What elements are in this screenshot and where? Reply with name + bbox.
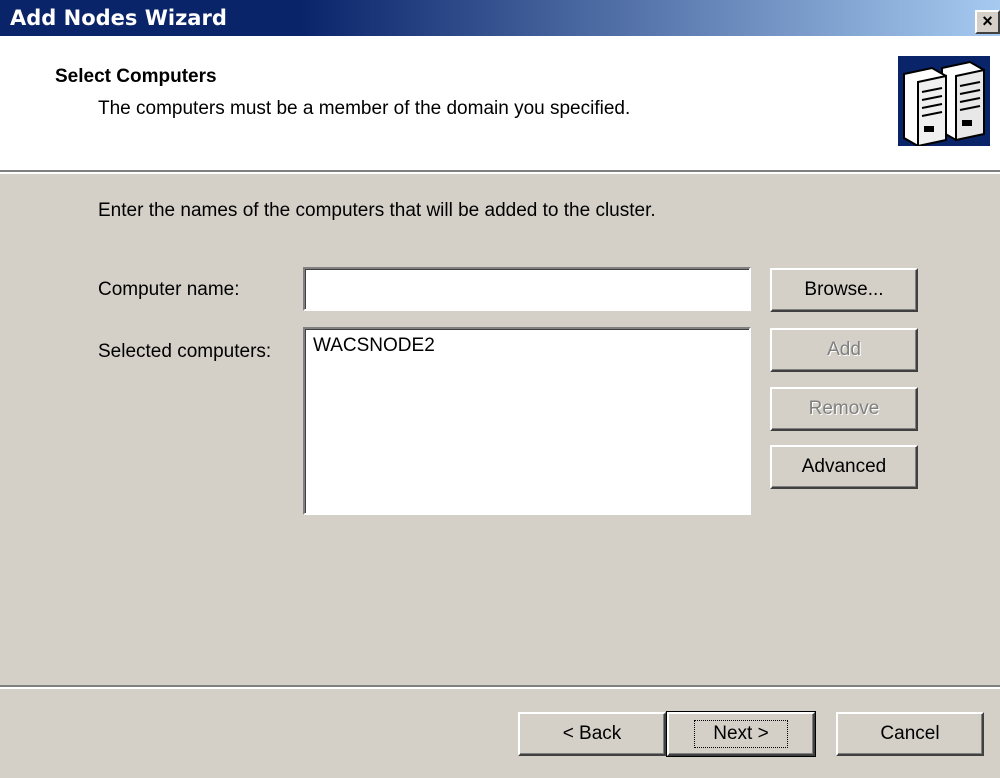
back-button-label: < Back (562, 723, 622, 744)
next-button-label: Next > (694, 720, 788, 748)
computer-name-input[interactable] (303, 267, 751, 311)
next-button[interactable]: Next > (666, 711, 816, 757)
window-title: Add Nodes Wizard (10, 6, 227, 30)
cancel-button[interactable]: Cancel (836, 712, 984, 756)
page-subtitle: The computers must be a member of the do… (98, 98, 631, 119)
remove-button-label: Remove (808, 398, 880, 419)
selected-computers-list[interactable]: WACSNODE2 (303, 327, 751, 515)
remove-button[interactable]: Remove (770, 387, 918, 431)
close-icon: × (982, 11, 993, 31)
cancel-button-label: Cancel (880, 723, 940, 744)
selected-computers-label: Selected computers: (98, 341, 272, 362)
title-bar[interactable]: Add Nodes Wizard × (0, 0, 1000, 36)
add-button[interactable]: Add (770, 328, 918, 372)
computer-name-label: Computer name: (98, 279, 240, 300)
instruction-text: Enter the names of the computers that wi… (98, 200, 656, 221)
add-nodes-wizard-window: Add Nodes Wizard × Select Computers The … (0, 0, 1000, 778)
add-button-label: Add (827, 339, 861, 360)
footer-divider (0, 685, 1000, 689)
list-item[interactable]: WACSNODE2 (313, 335, 741, 357)
browse-button[interactable]: Browse... (770, 268, 918, 312)
advanced-button-label: Advanced (801, 456, 887, 477)
back-button[interactable]: < Back (518, 712, 666, 756)
close-button[interactable]: × (975, 10, 1000, 34)
page-title: Select Computers (55, 66, 217, 87)
advanced-button[interactable]: Advanced (770, 445, 918, 489)
browse-button-label: Browse... (804, 279, 884, 300)
wizard-header: Select Computers The computers must be a… (0, 36, 1000, 174)
server-cluster-icon (898, 56, 990, 148)
